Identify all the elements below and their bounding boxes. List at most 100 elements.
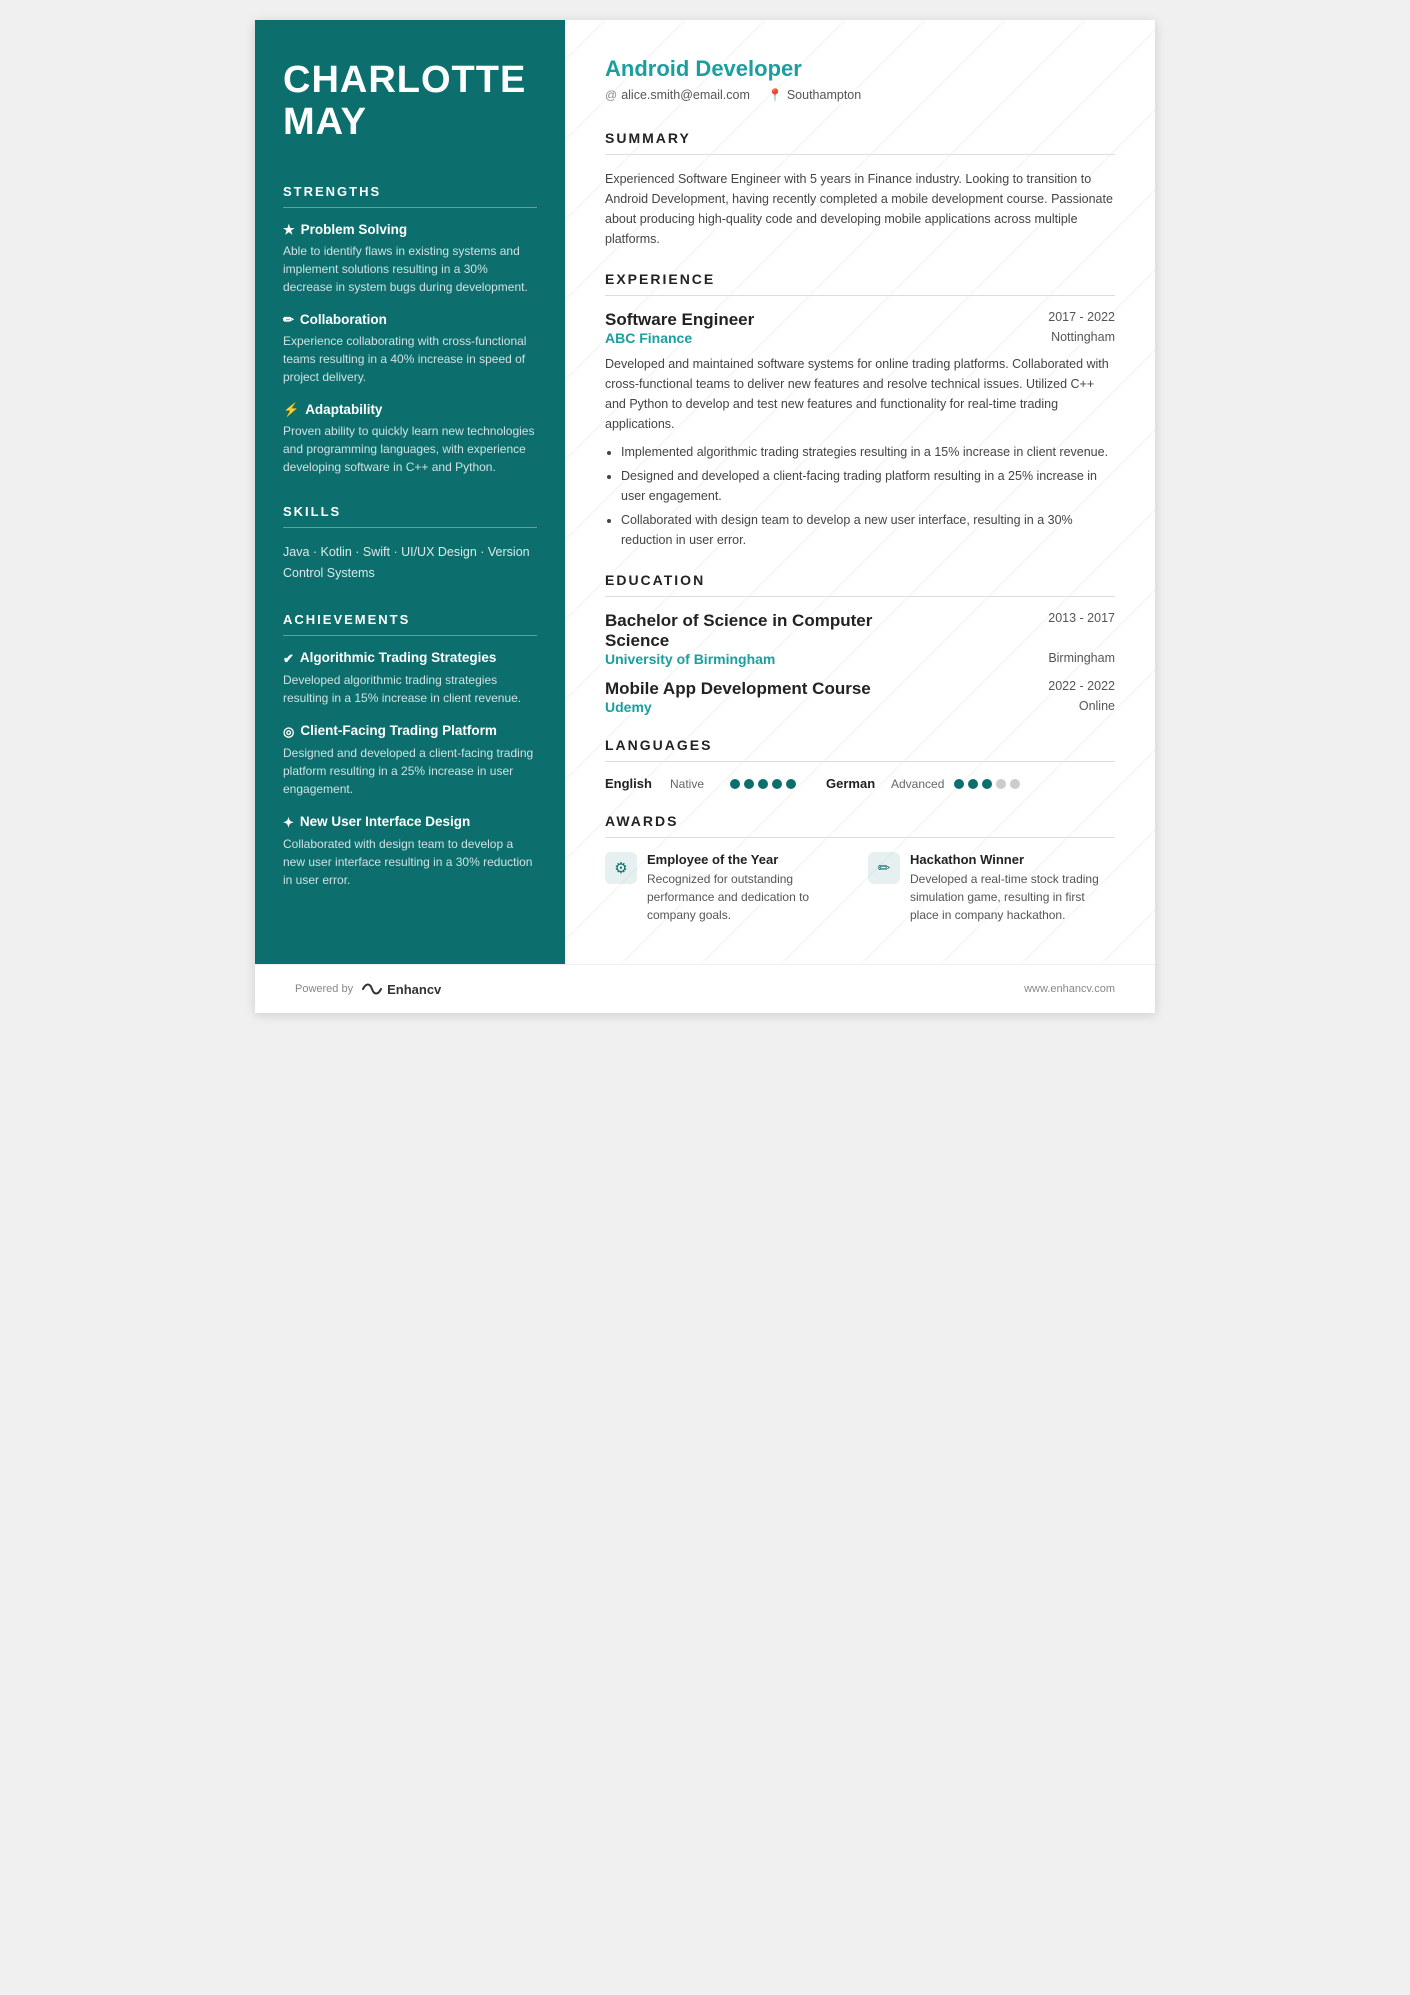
edu-location-2: Online [1079, 699, 1115, 715]
strength-item-3: ⚡ Adaptability Proven ability to quickly… [283, 402, 537, 476]
dot-g2 [968, 779, 978, 789]
job-dates: 2017 - 2022 [1048, 310, 1115, 324]
lang-german-name: German [826, 776, 881, 791]
achievement-title-2: ◎ Client-Facing Trading Platform [283, 723, 537, 740]
awards-section-title: AWARDS [605, 813, 1115, 829]
summary-section-title: SUMMARY [605, 130, 1115, 146]
award-content-1: Employee of the Year Recognized for outs… [647, 852, 852, 924]
award-title-2: Hackathon Winner [910, 852, 1115, 867]
achievement-desc-2: Designed and developed a client-facing t… [283, 744, 537, 798]
summary-divider [605, 154, 1115, 155]
strength-desc-2: Experience collaborating with cross-func… [283, 332, 537, 386]
dot-g3 [982, 779, 992, 789]
dot-g4 [996, 779, 1006, 789]
star-icon: ★ [283, 222, 295, 238]
dot-g1 [954, 779, 964, 789]
skills-title: SKILLS [283, 504, 537, 519]
achievement-item-3: ✦ New User Interface Design Collaborated… [283, 814, 537, 889]
pencil-icon: ✏ [283, 312, 294, 328]
edu-dates-2: 2022 - 2022 [1048, 679, 1115, 699]
job-company: ABC Finance [605, 330, 692, 346]
powered-by-text: Powered by [295, 983, 353, 995]
award-icon-1: ⚙ [605, 852, 637, 884]
skills-text: Java · Kotlin · Swift · UI/UX Design · V… [283, 542, 537, 585]
location-contact: 📍 Southampton [768, 88, 861, 102]
job-location: Nottingham [1051, 330, 1115, 346]
job-position-title: Software Engineer [605, 310, 754, 330]
strength-title-2: ✏ Collaboration [283, 312, 537, 328]
lightning-icon: ⚡ [283, 402, 299, 418]
education-section-title: EDUCATION [605, 572, 1115, 588]
achievement-desc-3: Collaborated with design team to develop… [283, 835, 537, 889]
strength-desc-1: Able to identify flaws in existing syste… [283, 242, 537, 296]
email-contact: @ alice.smith@email.com [605, 88, 750, 102]
summary-text: Experienced Software Engineer with 5 yea… [605, 169, 1115, 249]
award-icon-2: ✏ [868, 852, 900, 884]
edu-header-1: Bachelor of Science in Computer Science … [605, 611, 1115, 651]
edu-institution-row-2: Udemy Online [605, 699, 1115, 715]
dot-e5 [786, 779, 796, 789]
awards-grid: ⚙ Employee of the Year Recognized for ou… [605, 852, 1115, 924]
resume-container: CHARLOTTEMAY STRENGTHS ★ Problem Solving… [255, 20, 1155, 1013]
bullet-3: Collaborated with design team to develop… [621, 510, 1115, 550]
enhancv-logo: Enhancv [361, 981, 441, 997]
edu-institution-1: University of Birmingham [605, 651, 775, 667]
brand-name: Enhancv [387, 982, 441, 997]
main-content: Android Developer @ alice.smith@email.co… [605, 56, 1115, 924]
bullet-1: Implemented algorithmic trading strategi… [621, 442, 1115, 462]
job-bullets: Implemented algorithmic trading strategi… [605, 442, 1115, 550]
strength-title-1: ★ Problem Solving [283, 222, 537, 238]
edu-institution-row-1: University of Birmingham Birmingham [605, 651, 1115, 667]
edu-degree-2: Mobile App Development Course [605, 679, 871, 699]
sidebar: CHARLOTTEMAY STRENGTHS ★ Problem Solving… [255, 20, 565, 964]
main-content-area: Android Developer @ alice.smith@email.co… [565, 20, 1155, 964]
candidate-name: CHARLOTTEMAY [283, 60, 537, 144]
job-header-row: Software Engineer 2017 - 2022 [605, 310, 1115, 330]
dot-e2 [744, 779, 754, 789]
job-description: Developed and maintained software system… [605, 354, 1115, 434]
achievement-desc-1: Developed algorithmic trading strategies… [283, 671, 537, 707]
lang-english: English Native [605, 776, 796, 791]
dot-g5 [1010, 779, 1020, 789]
award-desc-2: Developed a real-time stock trading simu… [910, 870, 1115, 924]
dot-e1 [730, 779, 740, 789]
contact-row: @ alice.smith@email.com 📍 Southampton [605, 88, 1115, 102]
achievement-title-1: ✔ Algorithmic Trading Strategies [283, 650, 537, 667]
enhancv-logo-svg [361, 981, 383, 997]
footer: Powered by Enhancv www.enhancv.com [255, 964, 1155, 1013]
achievement-title-3: ✦ New User Interface Design [283, 814, 537, 831]
lang-german-level: Advanced [891, 777, 944, 791]
footer-powered-by: Powered by Enhancv [295, 981, 441, 997]
strength-item-1: ★ Problem Solving Able to identify flaws… [283, 222, 537, 296]
dot-e3 [758, 779, 768, 789]
footer-url: www.enhancv.com [1024, 983, 1115, 995]
target-icon: ◎ [283, 724, 294, 740]
checkmark-icon: ✔ [283, 651, 294, 667]
email-text: alice.smith@email.com [621, 88, 750, 102]
edu-dates-1: 2013 - 2017 [1048, 611, 1115, 651]
location-text: Southampton [787, 88, 861, 102]
award-title-1: Employee of the Year [647, 852, 852, 867]
languages-section-title: LANGUAGES [605, 737, 1115, 753]
awards-divider [605, 837, 1115, 838]
job-title: Android Developer [605, 56, 1115, 82]
achievement-item-1: ✔ Algorithmic Trading Strategies Develop… [283, 650, 537, 707]
award-desc-1: Recognized for outstanding performance a… [647, 870, 852, 924]
lang-english-level: Native [670, 777, 720, 791]
achievements-title: ACHIEVEMENTS [283, 612, 537, 627]
lang-english-dots [730, 779, 796, 789]
strength-item-2: ✏ Collaboration Experience collaborating… [283, 312, 537, 386]
lang-english-name: English [605, 776, 660, 791]
languages-row: English Native German Advanced [605, 776, 1115, 791]
education-divider [605, 596, 1115, 597]
languages-divider [605, 761, 1115, 762]
lang-german-dots [954, 779, 1020, 789]
lang-german: German Advanced [826, 776, 1020, 791]
location-icon: 📍 [768, 88, 783, 102]
job-company-row: ABC Finance Nottingham [605, 330, 1115, 346]
email-icon: @ [605, 88, 617, 102]
sparkle-icon: ✦ [283, 815, 294, 831]
strength-title-3: ⚡ Adaptability [283, 402, 537, 418]
experience-section-title: EXPERIENCE [605, 271, 1115, 287]
award-item-1: ⚙ Employee of the Year Recognized for ou… [605, 852, 852, 924]
